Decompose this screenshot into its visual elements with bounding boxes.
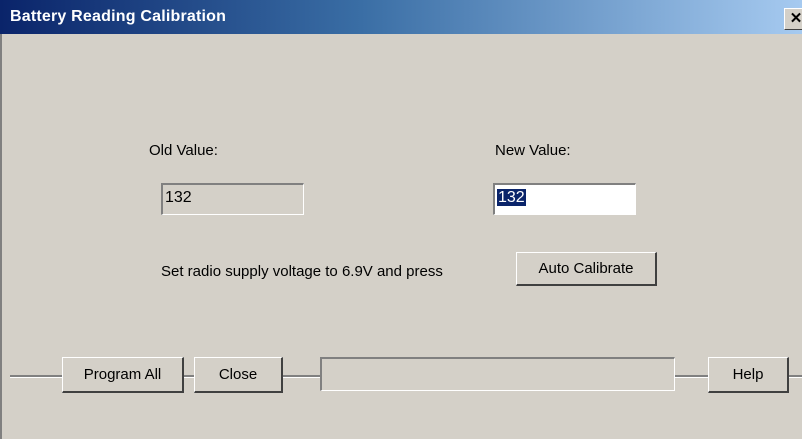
old-value-label: Old Value: xyxy=(149,142,218,159)
close-button[interactable]: Close xyxy=(194,357,283,393)
auto-calibrate-button[interactable]: Auto Calibrate xyxy=(516,252,657,286)
status-field xyxy=(320,357,675,391)
title-bar[interactable]: Battery Reading Calibration ✕ xyxy=(0,0,802,34)
close-icon: ✕ xyxy=(789,10,802,27)
dialog-body: Old Value: 132 New Value: 132 Set radio … xyxy=(0,34,802,439)
help-button[interactable]: Help xyxy=(708,357,789,393)
close-window-button[interactable]: ✕ xyxy=(784,8,802,30)
calibration-dialog: Battery Reading Calibration ✕ Old Value:… xyxy=(0,0,802,439)
old-value-text: 132 xyxy=(165,189,192,206)
new-value-label: New Value: xyxy=(495,142,571,159)
new-value-text: 132 xyxy=(497,189,526,206)
new-value-input[interactable]: 132 xyxy=(493,183,636,215)
program-all-button[interactable]: Program All xyxy=(62,357,184,393)
window-title: Battery Reading Calibration xyxy=(10,8,227,25)
old-value-field: 132 xyxy=(161,183,304,215)
instruction-text: Set radio supply voltage to 6.9V and pre… xyxy=(161,263,443,280)
